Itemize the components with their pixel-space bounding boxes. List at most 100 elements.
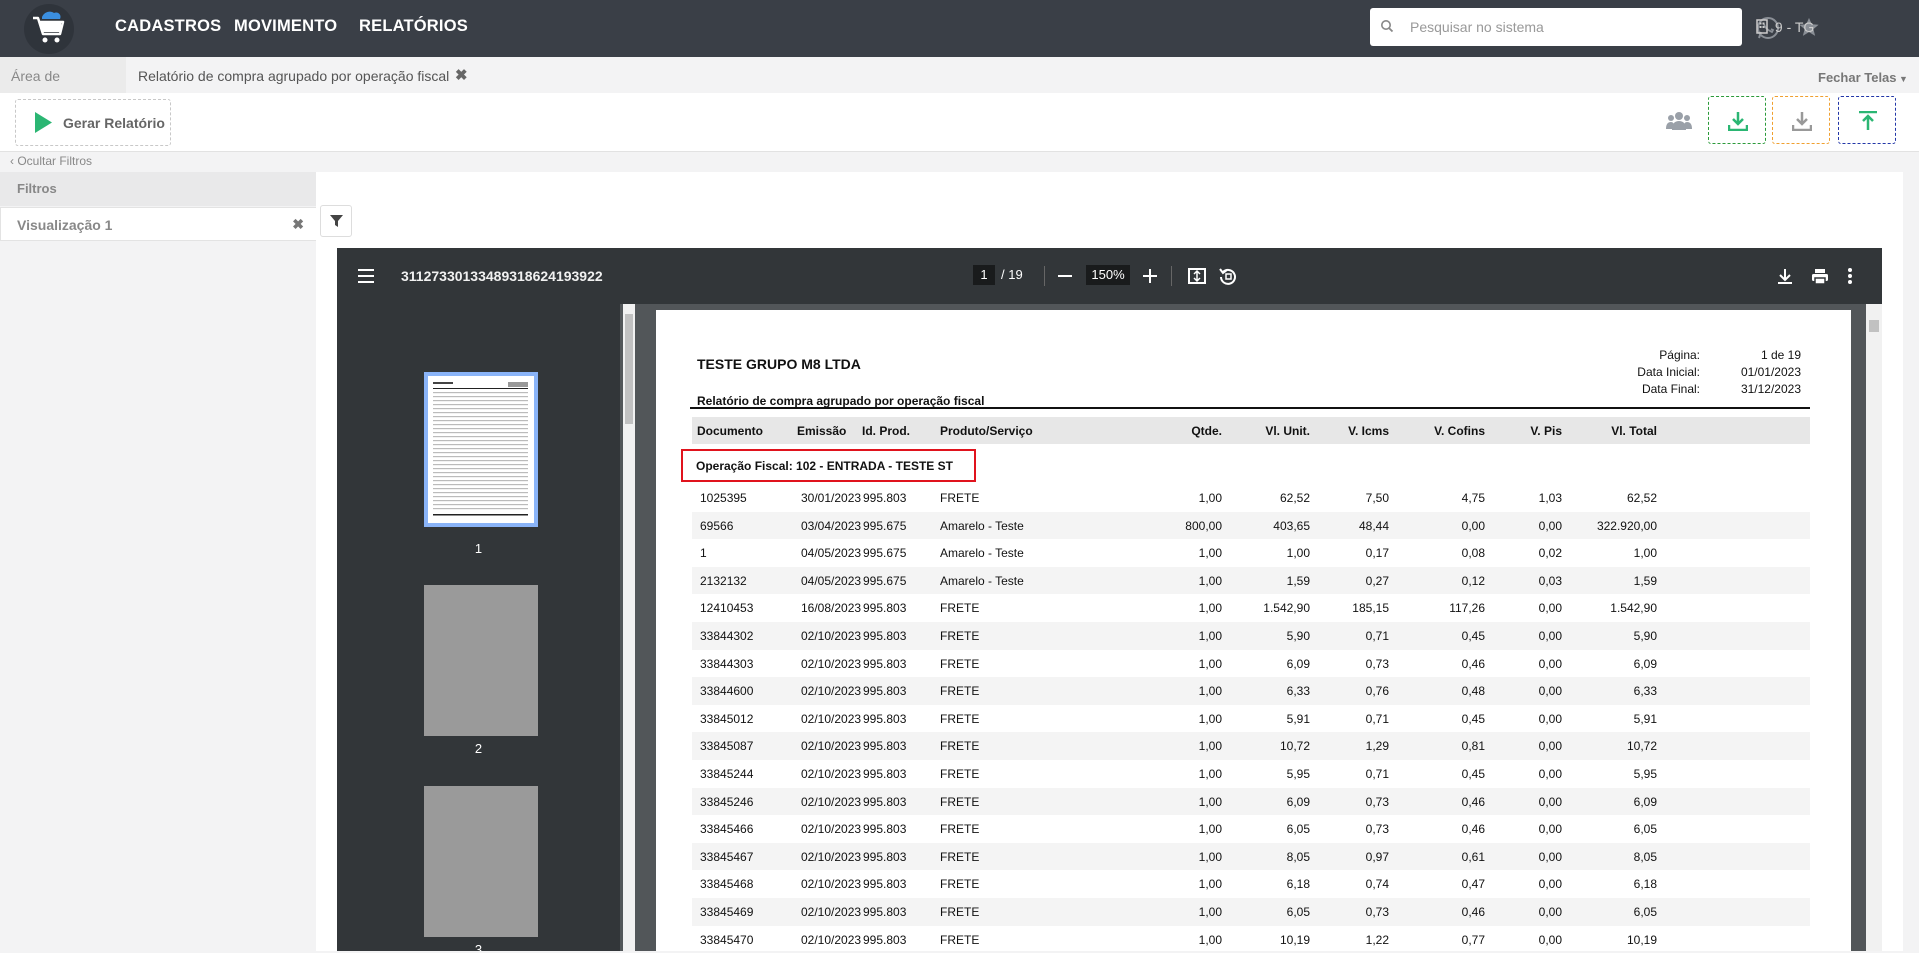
upload-button[interactable] bbox=[1838, 96, 1896, 144]
pdf-toolbar: 31127330133489318624193922 1 / 19 150% bbox=[337, 248, 1882, 304]
page-thumbnail-2[interactable] bbox=[424, 585, 538, 736]
thumbnail-label-3: 3 bbox=[474, 942, 483, 951]
table-cell: 995.675 bbox=[863, 573, 907, 588]
table-cell: FRETE bbox=[940, 684, 980, 699]
table-cell: 1,03 bbox=[1538, 491, 1562, 505]
app-logo[interactable] bbox=[24, 4, 74, 54]
tab-active-label: Relatório de compra agrupado por operaçã… bbox=[138, 68, 450, 84]
table-cell: 02/10/2023 bbox=[801, 822, 862, 837]
table-cell: 0,97 bbox=[1365, 849, 1389, 864]
table-cell: 6,09 bbox=[1286, 656, 1310, 671]
tab-active-report[interactable]: Relatório de compra agrupado por operaçã… bbox=[127, 57, 479, 93]
page-scrollbar[interactable] bbox=[1866, 304, 1882, 951]
table-cell: 02/10/2023 bbox=[801, 629, 862, 643]
table-cell: 1 bbox=[700, 546, 707, 561]
page-thumbnail-1[interactable] bbox=[424, 372, 538, 527]
zoom-out-icon[interactable] bbox=[1058, 275, 1072, 277]
table-row: 33845467 02/10/2023 995.803 FRETE 1,00 8,05 0,… bbox=[692, 842, 1810, 871]
table-cell: 0,00 bbox=[1538, 684, 1562, 699]
column-header: Vl. Total bbox=[1611, 424, 1657, 438]
users-icon[interactable] bbox=[1666, 110, 1692, 132]
menu-icon[interactable] bbox=[358, 269, 374, 283]
fit-page-icon[interactable] bbox=[1188, 267, 1206, 285]
nav-relatorios[interactable]: RELATÓRIOS bbox=[359, 17, 468, 36]
table-cell: 0,73 bbox=[1365, 905, 1389, 919]
table-cell: 0,00 bbox=[1538, 656, 1562, 671]
table-cell: 0,00 bbox=[1538, 601, 1562, 616]
filters-header: Filtros bbox=[0, 172, 316, 206]
table-cell: 1,00 bbox=[1198, 739, 1222, 754]
table-row: 33845468 02/10/2023 995.803 FRETE 1,00 6,18 0,… bbox=[692, 870, 1810, 898]
thumbnail-scrollbar[interactable] bbox=[623, 304, 635, 951]
meta-end-label: Data Final: bbox=[1641, 382, 1700, 396]
zoom-in-icon[interactable] bbox=[1143, 269, 1157, 283]
table-cell: 1,00 bbox=[1198, 822, 1222, 837]
download-icon[interactable] bbox=[1777, 268, 1793, 285]
table-cell: 04/05/2023 bbox=[801, 573, 862, 588]
table-cell: 10,72 bbox=[1279, 739, 1310, 754]
table-cell: 8,05 bbox=[1633, 849, 1657, 864]
page-number-input[interactable]: 1 bbox=[973, 265, 995, 285]
table-cell: 995.803 bbox=[863, 905, 907, 919]
company-selector[interactable]: 9 - TG bbox=[1756, 19, 1814, 35]
page-thumbnail-3[interactable] bbox=[424, 786, 538, 937]
table-cell: 69566 bbox=[700, 518, 734, 533]
hide-filters-link[interactable]: ‹ Ocultar Filtros bbox=[10, 154, 92, 168]
table-cell: 0,73 bbox=[1365, 822, 1389, 837]
download-orange-button[interactable] bbox=[1772, 96, 1830, 144]
table-cell: FRETE bbox=[940, 877, 980, 892]
table-cell: 995.803 bbox=[863, 601, 907, 616]
table-row: 33844303 02/10/2023 995.803 FRETE 1,00 6,09 0,… bbox=[692, 650, 1810, 678]
thumbnail-preview bbox=[433, 382, 528, 516]
table-cell: 0,00 bbox=[1538, 849, 1562, 864]
table-cell: 10,72 bbox=[1626, 739, 1657, 754]
upload-icon bbox=[1859, 111, 1877, 130]
table-cell: 02/10/2023 bbox=[801, 849, 862, 864]
meta-page-label: Página: bbox=[1659, 348, 1700, 362]
table-cell: 117,26 bbox=[1449, 601, 1485, 616]
table-cell: 995.803 bbox=[863, 794, 907, 809]
table-cell: 6,09 bbox=[1286, 794, 1310, 809]
table-cell: 0,00 bbox=[1538, 711, 1562, 726]
table-cell: 33844303 bbox=[700, 656, 754, 671]
table-cell: Amarelo - Teste bbox=[940, 546, 1024, 561]
table-cell: 0,76 bbox=[1365, 684, 1389, 699]
table-cell: 0,00 bbox=[1538, 794, 1562, 809]
nav-cadastros[interactable]: CADASTROS bbox=[115, 17, 221, 36]
table-cell: 5,90 bbox=[1286, 629, 1310, 643]
table-cell: FRETE bbox=[940, 656, 980, 671]
table-cell: 1,00 bbox=[1633, 546, 1657, 561]
table-cell: 995.803 bbox=[863, 684, 907, 699]
table-cell: 2132132 bbox=[700, 573, 747, 588]
table-cell: 1,29 bbox=[1365, 739, 1389, 754]
close-tab-icon[interactable]: ✖ bbox=[455, 57, 468, 95]
table-cell: 1025395 bbox=[700, 491, 747, 505]
download-green-button[interactable] bbox=[1708, 96, 1766, 144]
table-row: 33845087 02/10/2023 995.803 FRETE 1,00 10,72 1… bbox=[692, 732, 1810, 760]
print-icon[interactable] bbox=[1811, 268, 1829, 285]
table-row: 33844600 02/10/2023 995.803 FRETE 1,00 6,33 0,… bbox=[692, 677, 1810, 705]
table-cell: FRETE bbox=[940, 932, 980, 947]
table-row: 33845470 02/10/2023 995.803 FRETE 1,00 10,19 1… bbox=[692, 926, 1810, 953]
table-cell: 02/10/2023 bbox=[801, 905, 862, 919]
table-cell: 0,48 bbox=[1461, 684, 1485, 699]
table-row: 33845469 02/10/2023 995.803 FRETE 1,00 6,05 0,… bbox=[692, 898, 1810, 926]
table-cell: 0,27 bbox=[1365, 573, 1389, 588]
more-options-icon[interactable] bbox=[1848, 268, 1852, 284]
column-header: Emissão bbox=[797, 424, 847, 438]
close-view-icon[interactable]: ✖ bbox=[292, 216, 304, 233]
table-cell: 02/10/2023 bbox=[801, 877, 862, 892]
table-cell: 1,00 bbox=[1286, 546, 1310, 561]
table-cell: 995.803 bbox=[863, 767, 907, 781]
table-cell: 0,47 bbox=[1461, 877, 1485, 892]
zoom-level[interactable]: 150% bbox=[1086, 265, 1130, 285]
filter-toggle-button[interactable] bbox=[320, 205, 352, 237]
generate-report-button[interactable]: Gerar Relatório bbox=[15, 99, 171, 146]
view-item[interactable]: Visualização 1 ✖ bbox=[0, 207, 317, 241]
table-cell: 6,05 bbox=[1286, 822, 1310, 837]
nav-movimento[interactable]: MOVIMENTO bbox=[234, 17, 337, 36]
tab-workspace[interactable]: Área de Trabalho bbox=[0, 57, 126, 122]
close-all-tabs-dropdown[interactable]: Fechar Telas ▼ bbox=[1818, 70, 1908, 85]
search-input[interactable] bbox=[1410, 8, 1730, 46]
rotate-icon[interactable] bbox=[1219, 267, 1237, 285]
